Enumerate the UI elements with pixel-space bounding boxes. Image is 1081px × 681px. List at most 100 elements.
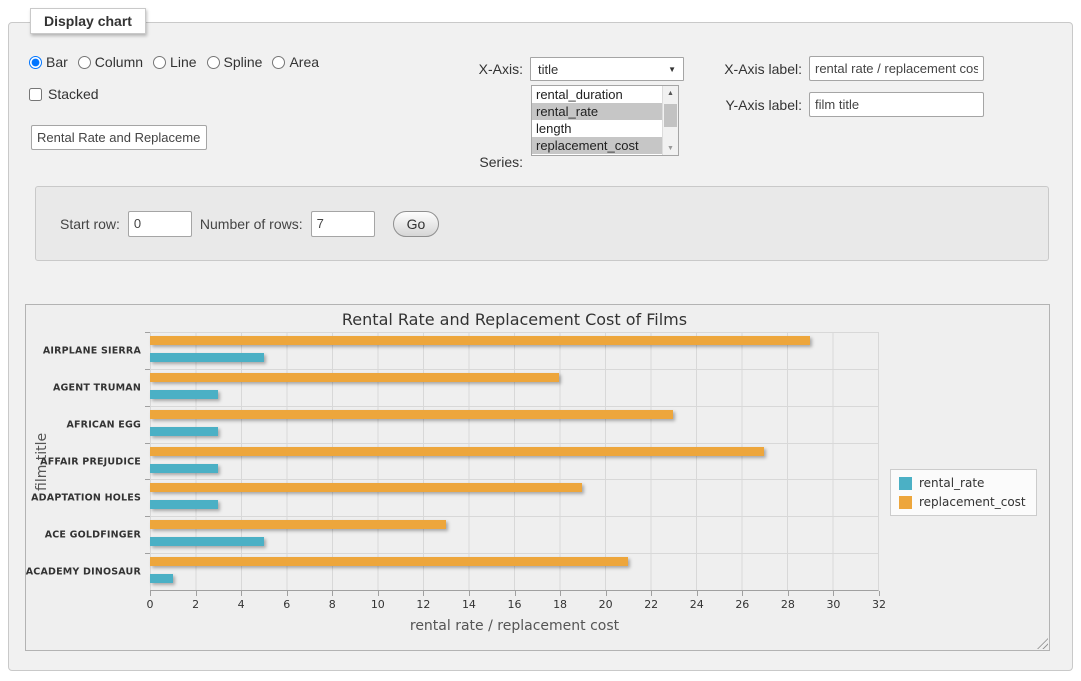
series-option-replacement_cost[interactable]: replacement_cost [532,137,662,154]
x-tick-label: 32 [872,598,886,611]
x-tick-label: 8 [329,598,336,611]
chart-band: AFRICAN EGG [150,406,878,443]
series-option-length[interactable]: length [532,120,662,137]
bar-rental_rate [150,537,264,546]
x-tick [788,591,789,596]
bar-rental_rate [150,464,218,473]
bar-rental_rate [150,390,218,399]
x-tick-label: 28 [781,598,795,611]
go-button[interactable]: Go [393,211,440,237]
radio-spline[interactable] [207,56,220,69]
chart-title: Rental Rate and Replacement Cost of Film… [150,310,879,329]
x-tick [560,591,561,596]
x-tick-label: 0 [147,598,154,611]
scroll-down-icon[interactable]: ▼ [663,141,678,155]
legend-item-rental_rate[interactable]: rental_rate [899,476,1026,490]
radio-line[interactable] [153,56,166,69]
chart-type-area[interactable]: Area [272,54,319,70]
x-tick-label: 12 [416,598,430,611]
legend-label: rental_rate [919,476,984,490]
y-axis-label-input[interactable] [809,92,984,117]
chart-type-line[interactable]: Line [153,54,196,70]
chart-type-group: Bar Column Line Spline Area [29,54,319,70]
category-label: AFRICAN EGG [66,419,141,430]
chart-legend: rental_rate replacement_cost [890,469,1037,516]
x-axis-selected-value: title [538,62,558,77]
x-tick [515,591,516,596]
x-tick [423,591,424,596]
x-tick [241,591,242,596]
radio-bar[interactable] [29,56,42,69]
x-tick [606,591,607,596]
legend-swatch-icon [899,496,912,509]
stacked-checkbox[interactable] [29,88,42,101]
x-tick [469,591,470,596]
x-axis-label-row: X-Axis label: [649,56,984,81]
stacked-row[interactable]: Stacked [29,86,99,102]
x-tick [833,591,834,596]
series-option-rental_rate[interactable]: rental_rate [532,103,662,120]
stacked-label: Stacked [48,86,99,102]
x-tick-label: 10 [371,598,385,611]
x-tick [742,591,743,596]
radio-label: Area [289,54,319,70]
x-tick [879,591,880,596]
resize-grip-icon[interactable] [1037,638,1048,649]
x-axis-title: rental rate / replacement cost [150,618,879,634]
x-tick-label: 16 [508,598,522,611]
category-label: AFFAIR PREJUDICE [40,456,141,467]
x-axis-label-label: X-Axis label: [649,61,802,77]
display-chart-fieldset: Display chart BarColumnLineSplineArea St… [8,22,1073,671]
x-tick-label: 18 [553,598,567,611]
start-row-input[interactable] [128,211,192,237]
category-label: ACADEMY DINOSAUR [26,567,141,578]
x-tick-label: 26 [735,598,749,611]
fieldset-legend: Display chart [30,8,146,34]
bar-rental_rate [150,353,264,362]
legend-item-replacement_cost[interactable]: replacement_cost [899,495,1026,509]
x-tick-label: 4 [238,598,245,611]
number-of-rows-input[interactable] [311,211,375,237]
chart-band: ADAPTATION HOLES [150,479,878,516]
x-tick [378,591,379,596]
radio-area[interactable] [272,56,285,69]
radio-column[interactable] [78,56,91,69]
x-tick-label: 24 [690,598,704,611]
chart-type-bar[interactable]: Bar [29,54,68,70]
category-label: AIRPLANE SIERRA [43,345,141,356]
x-axis-ticks [150,591,879,596]
x-axis-label-input[interactable] [809,56,984,81]
y-axis-label-label: Y-Axis label: [649,97,802,113]
chart-band: ACADEMY DINOSAUR [150,553,878,590]
series-options: rental_durationrental_ratelengthreplacem… [532,86,662,155]
bar-replacement_cost [150,447,764,456]
x-tick-label: 20 [599,598,613,611]
category-label: AGENT TRUMAN [53,382,141,393]
x-tick [697,591,698,596]
bar-replacement_cost [150,410,673,419]
chart-type-spline[interactable]: Spline [207,54,263,70]
chart-band: AFFAIR PREJUDICE [150,443,878,480]
legend-label: replacement_cost [919,495,1026,509]
radio-label: Bar [46,54,68,70]
bar-replacement_cost [150,483,582,492]
number-of-rows-label: Number of rows: [200,216,303,232]
radio-label: Line [170,54,196,70]
legend-swatch-icon [899,477,912,490]
bar-replacement_cost [150,557,628,566]
chart-band: AIRPLANE SIERRA [150,332,878,369]
series-option-rental_duration[interactable]: rental_duration [532,86,662,103]
radio-label: Spline [224,54,263,70]
bar-rental_rate [150,427,218,436]
chart-title-input[interactable] [31,125,207,150]
bar-rental_rate [150,500,218,509]
x-tick-label: 6 [283,598,290,611]
row-range-panel: Start row: Number of rows: Go [35,186,1049,261]
x-tick [196,591,197,596]
x-tick [332,591,333,596]
x-axis-tick-labels: 02468101214161820222426283032 [150,598,879,612]
chart-type-column[interactable]: Column [78,54,143,70]
x-tick-label: 2 [192,598,199,611]
chart-plot: AIRPLANE SIERRAAGENT TRUMANAFRICAN EGGAF… [150,332,879,591]
radio-label: Column [95,54,143,70]
